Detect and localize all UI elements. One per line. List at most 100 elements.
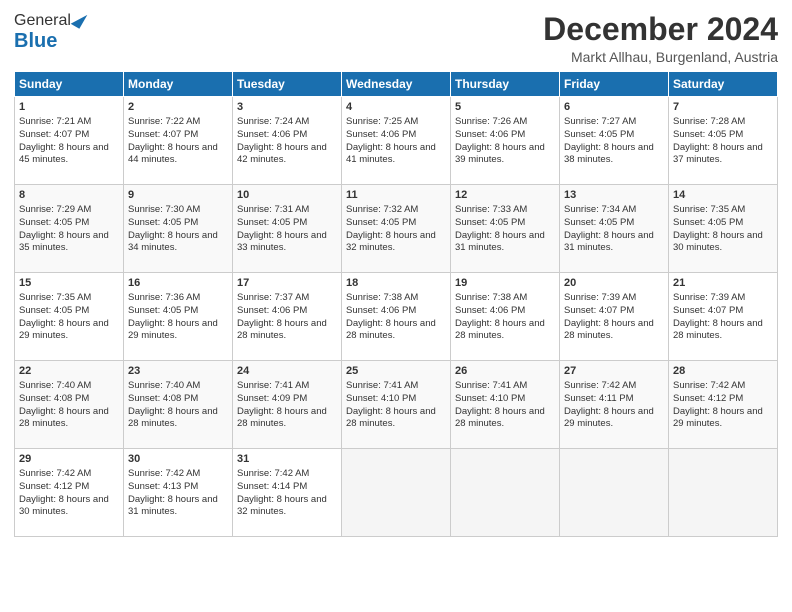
daylight-label: Daylight: 8 hours and 33 minutes.	[237, 230, 327, 254]
sunrise-label: Sunrise: 7:32 AM	[346, 204, 418, 215]
sunrise-label: Sunrise: 7:42 AM	[564, 380, 636, 391]
calendar-cell: 29 Sunrise: 7:42 AM Sunset: 4:12 PM Dayl…	[15, 449, 124, 537]
day-number: 1	[19, 100, 119, 115]
sunset-label: Sunset: 4:12 PM	[19, 481, 89, 492]
day-number: 2	[128, 100, 228, 115]
sunset-label: Sunset: 4:07 PM	[564, 305, 634, 316]
daylight-label: Daylight: 8 hours and 28 minutes.	[237, 406, 327, 430]
calendar-cell	[669, 449, 778, 537]
sunset-label: Sunset: 4:05 PM	[128, 217, 198, 228]
daylight-label: Daylight: 8 hours and 28 minutes.	[237, 318, 327, 342]
sunrise-label: Sunrise: 7:28 AM	[673, 116, 745, 127]
day-number: 15	[19, 276, 119, 291]
sunrise-label: Sunrise: 7:38 AM	[455, 292, 527, 303]
sunrise-label: Sunrise: 7:35 AM	[673, 204, 745, 215]
col-tuesday: Tuesday	[233, 72, 342, 97]
sunrise-label: Sunrise: 7:40 AM	[128, 380, 200, 391]
sunrise-label: Sunrise: 7:37 AM	[237, 292, 309, 303]
calendar-cell: 9 Sunrise: 7:30 AM Sunset: 4:05 PM Dayli…	[124, 185, 233, 273]
day-number: 20	[564, 276, 664, 291]
sunset-label: Sunset: 4:05 PM	[673, 217, 743, 228]
sunset-label: Sunset: 4:05 PM	[128, 305, 198, 316]
calendar-cell: 13 Sunrise: 7:34 AM Sunset: 4:05 PM Dayl…	[560, 185, 669, 273]
day-number: 14	[673, 188, 773, 203]
sunset-label: Sunset: 4:05 PM	[19, 217, 89, 228]
calendar-cell: 22 Sunrise: 7:40 AM Sunset: 4:08 PM Dayl…	[15, 361, 124, 449]
calendar-cell: 1 Sunrise: 7:21 AM Sunset: 4:07 PM Dayli…	[15, 97, 124, 185]
sunrise-label: Sunrise: 7:35 AM	[19, 292, 91, 303]
sunrise-label: Sunrise: 7:38 AM	[346, 292, 418, 303]
sunset-label: Sunset: 4:05 PM	[673, 129, 743, 140]
sunset-label: Sunset: 4:06 PM	[346, 305, 416, 316]
sunrise-label: Sunrise: 7:29 AM	[19, 204, 91, 215]
calendar-cell: 25 Sunrise: 7:41 AM Sunset: 4:10 PM Dayl…	[342, 361, 451, 449]
col-wednesday: Wednesday	[342, 72, 451, 97]
sunrise-label: Sunrise: 7:41 AM	[346, 380, 418, 391]
calendar-cell: 7 Sunrise: 7:28 AM Sunset: 4:05 PM Dayli…	[669, 97, 778, 185]
sunset-label: Sunset: 4:09 PM	[237, 393, 307, 404]
day-number: 21	[673, 276, 773, 291]
sunrise-label: Sunrise: 7:41 AM	[455, 380, 527, 391]
sunset-label: Sunset: 4:08 PM	[19, 393, 89, 404]
day-number: 9	[128, 188, 228, 203]
day-number: 28	[673, 364, 773, 379]
daylight-label: Daylight: 8 hours and 28 minutes.	[128, 406, 218, 430]
sunrise-label: Sunrise: 7:22 AM	[128, 116, 200, 127]
day-number: 29	[19, 452, 119, 467]
calendar-cell	[451, 449, 560, 537]
day-number: 27	[564, 364, 664, 379]
sunset-label: Sunset: 4:07 PM	[19, 129, 89, 140]
sunset-label: Sunset: 4:05 PM	[19, 305, 89, 316]
calendar-week-row: 22 Sunrise: 7:40 AM Sunset: 4:08 PM Dayl…	[15, 361, 778, 449]
daylight-label: Daylight: 8 hours and 29 minutes.	[673, 406, 763, 430]
calendar-cell: 24 Sunrise: 7:41 AM Sunset: 4:09 PM Dayl…	[233, 361, 342, 449]
daylight-label: Daylight: 8 hours and 28 minutes.	[673, 318, 763, 342]
calendar-cell: 8 Sunrise: 7:29 AM Sunset: 4:05 PM Dayli…	[15, 185, 124, 273]
sunset-label: Sunset: 4:05 PM	[237, 217, 307, 228]
col-friday: Friday	[560, 72, 669, 97]
sunset-label: Sunset: 4:06 PM	[237, 129, 307, 140]
calendar-table: Sunday Monday Tuesday Wednesday Thursday…	[14, 71, 778, 537]
daylight-label: Daylight: 8 hours and 31 minutes.	[128, 494, 218, 518]
sunset-label: Sunset: 4:12 PM	[673, 393, 743, 404]
sunrise-label: Sunrise: 7:33 AM	[455, 204, 527, 215]
day-number: 30	[128, 452, 228, 467]
month-title: December 2024	[543, 12, 778, 47]
calendar-header-row: Sunday Monday Tuesday Wednesday Thursday…	[15, 72, 778, 97]
day-number: 16	[128, 276, 228, 291]
calendar-cell: 6 Sunrise: 7:27 AM Sunset: 4:05 PM Dayli…	[560, 97, 669, 185]
sunset-label: Sunset: 4:07 PM	[128, 129, 198, 140]
sunset-label: Sunset: 4:14 PM	[237, 481, 307, 492]
sunrise-label: Sunrise: 7:39 AM	[564, 292, 636, 303]
daylight-label: Daylight: 8 hours and 31 minutes.	[564, 230, 654, 254]
day-number: 13	[564, 188, 664, 203]
daylight-label: Daylight: 8 hours and 28 minutes.	[455, 318, 545, 342]
sunset-label: Sunset: 4:06 PM	[455, 305, 525, 316]
sunrise-label: Sunrise: 7:27 AM	[564, 116, 636, 127]
calendar-cell: 31 Sunrise: 7:42 AM Sunset: 4:14 PM Dayl…	[233, 449, 342, 537]
day-number: 22	[19, 364, 119, 379]
calendar-cell: 26 Sunrise: 7:41 AM Sunset: 4:10 PM Dayl…	[451, 361, 560, 449]
sunrise-label: Sunrise: 7:24 AM	[237, 116, 309, 127]
sunrise-label: Sunrise: 7:42 AM	[237, 468, 309, 479]
sunrise-label: Sunrise: 7:42 AM	[673, 380, 745, 391]
day-number: 11	[346, 188, 446, 203]
daylight-label: Daylight: 8 hours and 28 minutes.	[346, 406, 436, 430]
daylight-label: Daylight: 8 hours and 38 minutes.	[564, 142, 654, 166]
sunset-label: Sunset: 4:05 PM	[564, 129, 634, 140]
calendar-cell: 12 Sunrise: 7:33 AM Sunset: 4:05 PM Dayl…	[451, 185, 560, 273]
sunset-label: Sunset: 4:06 PM	[237, 305, 307, 316]
calendar-cell: 19 Sunrise: 7:38 AM Sunset: 4:06 PM Dayl…	[451, 273, 560, 361]
sunrise-label: Sunrise: 7:39 AM	[673, 292, 745, 303]
daylight-label: Daylight: 8 hours and 45 minutes.	[19, 142, 109, 166]
calendar-cell: 10 Sunrise: 7:31 AM Sunset: 4:05 PM Dayl…	[233, 185, 342, 273]
day-number: 6	[564, 100, 664, 115]
sunrise-label: Sunrise: 7:40 AM	[19, 380, 91, 391]
sunrise-label: Sunrise: 7:25 AM	[346, 116, 418, 127]
calendar-cell: 28 Sunrise: 7:42 AM Sunset: 4:12 PM Dayl…	[669, 361, 778, 449]
daylight-label: Daylight: 8 hours and 30 minutes.	[673, 230, 763, 254]
day-number: 25	[346, 364, 446, 379]
sunrise-label: Sunrise: 7:34 AM	[564, 204, 636, 215]
day-number: 23	[128, 364, 228, 379]
sunset-label: Sunset: 4:10 PM	[455, 393, 525, 404]
